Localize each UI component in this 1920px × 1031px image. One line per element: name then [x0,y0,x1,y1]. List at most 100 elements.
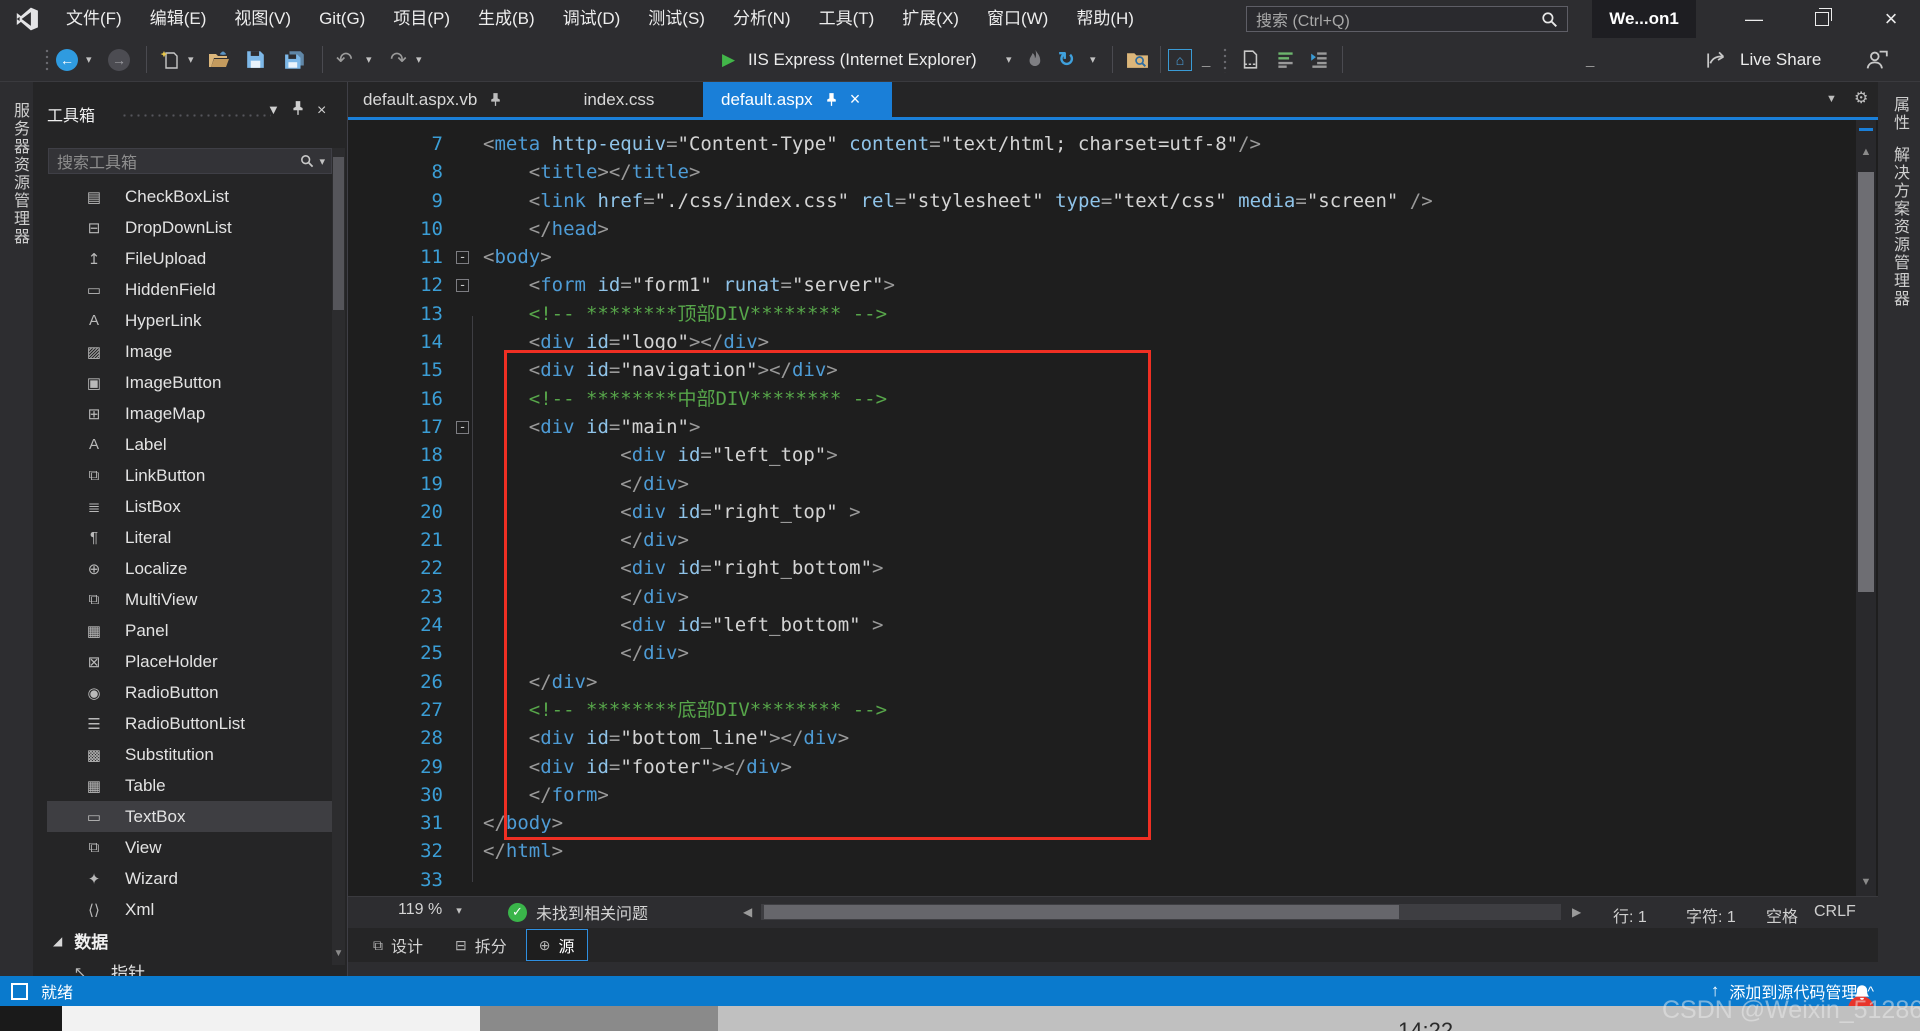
code-line[interactable]: 8 <title></title> [348,158,1856,186]
line-number[interactable]: 30 [348,781,443,809]
toolbox-item[interactable]: ⊕ Localize [47,553,333,584]
fold-margin[interactable] [443,668,483,696]
line-number[interactable]: 13 [348,300,443,328]
toolbox-item-pointer[interactable]: ↖ 指针 [33,956,333,976]
toolbox-item[interactable]: ▦ Panel [47,615,333,646]
fold-margin[interactable] [443,753,483,781]
hscroll-left-icon[interactable]: ◀ [743,905,752,919]
code-line-text[interactable]: <!-- ********中部DIV******** --> [483,385,887,413]
navigate-forward-button[interactable]: → [108,38,130,81]
find-in-files-button[interactable] [1126,38,1149,81]
code-line[interactable]: 28 <div id="bottom_line"></div> [348,724,1856,752]
code-line-text[interactable]: <div id="main"> [483,413,700,441]
side-panel-tab[interactable]: 解决方案资源管理器 [1887,146,1911,308]
code-line[interactable]: 21 </div> [348,526,1856,554]
line-number[interactable]: 28 [348,724,443,752]
editor-options-gear-icon[interactable]: ⚙ [1854,88,1868,108]
live-share-label[interactable]: Live Share [1740,38,1821,81]
fold-collapse-icon[interactable]: - [456,251,469,264]
toolbox-item[interactable]: ⊞ ImageMap [47,398,333,429]
code-line-text[interactable]: <div id="left_bottom" > [483,611,883,639]
code-line-text[interactable]: <div id="right_top" > [483,498,861,526]
save-button[interactable] [246,38,265,81]
code-line[interactable]: 25 </div> [348,639,1856,667]
code-line-text[interactable]: </div> [483,668,597,696]
zoom-select[interactable]: 119 %▾ [398,901,462,919]
document-outline-button[interactable] [1242,38,1259,81]
undo-button[interactable]: ↶ [336,38,353,81]
fold-margin[interactable] [443,781,483,809]
line-number[interactable]: 18 [348,441,443,469]
line-number[interactable]: 15 [348,356,443,384]
line-number[interactable]: 8 [348,158,443,186]
navigate-back-button[interactable]: ← [56,38,78,81]
toolbox-close-icon[interactable]: × [317,102,326,120]
code-line[interactable]: 24 <div id="left_bottom" > [348,611,1856,639]
collapsed-tool-button-2[interactable]: _ [1586,38,1594,81]
code-line[interactable]: 33 [348,866,1856,894]
toolbox-scrollbar[interactable]: ▼ [332,148,345,965]
line-number[interactable]: 19 [348,470,443,498]
line-number[interactable]: 24 [348,611,443,639]
line-number[interactable]: 33 [348,866,443,894]
code-line-text[interactable]: <div id="left_top"> [483,441,838,469]
horizontal-scrollbar[interactable] [761,904,1561,920]
format-selection-button[interactable] [1310,38,1329,81]
scroll-up-icon[interactable]: ▲ [1856,146,1876,158]
tab-default-aspx-vb[interactable]: default.aspx.vb [348,82,535,117]
code-line[interactable]: 18 <div id="left_top"> [348,441,1856,469]
menu-item[interactable]: 窗口(W) [973,0,1062,38]
fold-margin[interactable] [443,158,483,186]
toolbox-item[interactable]: ↥ FileUpload [47,243,333,274]
cursor-line-indicator[interactable]: 行: 1 [1613,903,1647,927]
tab-index-css[interactable]: index.css [535,82,703,117]
scroll-down-icon[interactable]: ▼ [332,948,345,959]
cursor-column-indicator[interactable]: 字符: 1 [1686,903,1736,927]
fold-collapse-icon[interactable]: - [456,279,469,292]
line-number[interactable]: 7 [348,130,443,158]
side-panel-tab[interactable]: 属性 [1887,96,1911,132]
fold-margin[interactable]: - [443,271,483,299]
fold-margin[interactable] [443,724,483,752]
line-number[interactable]: 14 [348,328,443,356]
fold-margin[interactable] [443,696,483,724]
close-tab-icon[interactable]: × [850,89,861,110]
menu-item[interactable]: 项目(P) [379,0,464,38]
fold-margin[interactable] [443,328,483,356]
line-number[interactable]: 23 [348,583,443,611]
code-line-text[interactable]: <link href="./css/index.css" rel="styles… [483,187,1433,215]
line-number[interactable]: 21 [348,526,443,554]
code-line-text[interactable]: </div> [483,526,689,554]
fold-margin[interactable] [443,809,483,837]
code-line[interactable]: 20 <div id="right_top" > [348,498,1856,526]
menu-item[interactable]: 帮助(H) [1062,0,1148,38]
tab-default-aspx[interactable]: default.aspx × [703,82,892,117]
fold-margin[interactable] [443,554,483,582]
hscroll-right-icon[interactable]: ▶ [1572,905,1581,919]
line-number[interactable]: 29 [348,753,443,781]
toolbox-item[interactable]: ▭ HiddenField [47,274,333,305]
code-line-text[interactable]: <div id="footer"></div> [483,753,792,781]
line-number[interactable]: 25 [348,639,443,667]
line-number[interactable]: 10 [348,215,443,243]
fold-margin[interactable] [443,866,483,894]
fold-margin[interactable]: - [443,413,483,441]
line-number[interactable]: 11 [348,243,443,271]
line-ending-indicator[interactable]: CRLF [1814,903,1856,921]
line-number[interactable]: 31 [348,809,443,837]
toolbox-item[interactable]: ▭ TextBox [47,801,333,832]
fold-margin[interactable] [443,187,483,215]
code-line[interactable]: 19 </div> [348,470,1856,498]
toolbox-item[interactable]: A HyperLink [47,305,333,336]
code-line-text[interactable]: </div> [483,639,689,667]
debug-target-label[interactable]: IIS Express (Internet Explorer) [748,38,977,81]
refresh-dropdown[interactable]: ▾ [1090,38,1096,81]
code-line-text[interactable]: <div id="right_bottom"> [483,554,883,582]
line-number[interactable]: 22 [348,554,443,582]
restore-button[interactable] [1794,0,1850,38]
fold-margin[interactable] [443,470,483,498]
fold-collapse-icon[interactable]: - [456,421,469,434]
pin-icon[interactable] [291,100,305,119]
document-health-indicator[interactable]: ✓ 未找到相关问题 [508,900,648,924]
menu-item[interactable]: Git(G) [305,0,379,38]
